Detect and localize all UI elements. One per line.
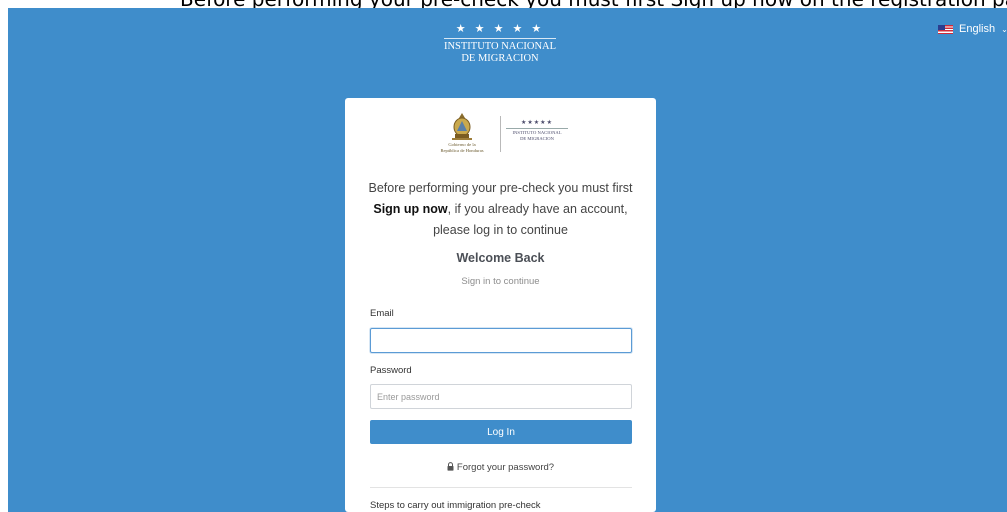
honduras-government-logo: Gobierno de la República de Honduras — [430, 112, 494, 153]
us-flag-icon — [938, 24, 953, 34]
steps-heading: Steps to carry out immigration pre-check — [370, 500, 541, 511]
inm-stars: ★★★★★ — [521, 120, 553, 126]
signup-link[interactable]: Sign up now — [373, 202, 447, 216]
email-input[interactable] — [370, 328, 632, 353]
password-input[interactable] — [370, 384, 632, 409]
top-cropped-banner: Before performing your pre-check you mus… — [0, 0, 1007, 8]
top-cropped-banner-text: Before performing your pre-check you mus… — [180, 0, 1007, 8]
precheck-intro: Before performing your pre-check you mus… — [365, 178, 636, 241]
inm-text-2: DE MIGRACION — [520, 135, 554, 141]
coat-of-arms-icon — [452, 113, 472, 140]
logo-rule — [444, 38, 556, 39]
password-label: Password — [370, 365, 412, 376]
card-logo: Gobierno de la República de Honduras ★★★… — [430, 112, 570, 156]
chevron-down-icon: ⌄ — [1001, 24, 1007, 34]
language-label: English — [959, 23, 996, 35]
lock-icon — [447, 462, 454, 471]
login-card: Gobierno de la República de Honduras ★★★… — [345, 98, 656, 512]
email-label: Email — [370, 308, 394, 319]
intro-text-2: , if you already have an account, please… — [433, 202, 628, 237]
forgot-password-text: Forgot your password? — [456, 462, 555, 473]
signin-subtitle: Sign in to continue — [461, 276, 540, 287]
institute-logo: ★ ★ ★ ★ ★ INSTITUTO NACIONAL DE MIGRACIO… — [440, 22, 560, 70]
inm-text-1: INSTITUTO NACIONAL — [512, 130, 562, 135]
logo-divider — [500, 116, 501, 152]
logo-stars: ★ ★ ★ ★ ★ — [455, 23, 545, 35]
login-button[interactable]: Log In — [370, 420, 632, 444]
forgot-password-link[interactable]: Forgot your password? — [345, 462, 656, 473]
intro-text-1: Before performing your pre-check you mus… — [368, 181, 633, 195]
card-inm-logo: ★★★★★ INSTITUTO NACIONAL DE MIGRACION — [504, 120, 570, 141]
section-divider — [370, 487, 632, 488]
language-selector[interactable]: English ⌄ — [938, 21, 1007, 37]
welcome-heading: Welcome Back — [456, 251, 545, 265]
logo-line-2: DE MIGRACION — [461, 53, 539, 64]
logo-line-1: INSTITUTO NACIONAL — [443, 41, 557, 52]
inm-rule — [506, 128, 568, 129]
gov-text-2: República de Honduras — [440, 147, 484, 153]
